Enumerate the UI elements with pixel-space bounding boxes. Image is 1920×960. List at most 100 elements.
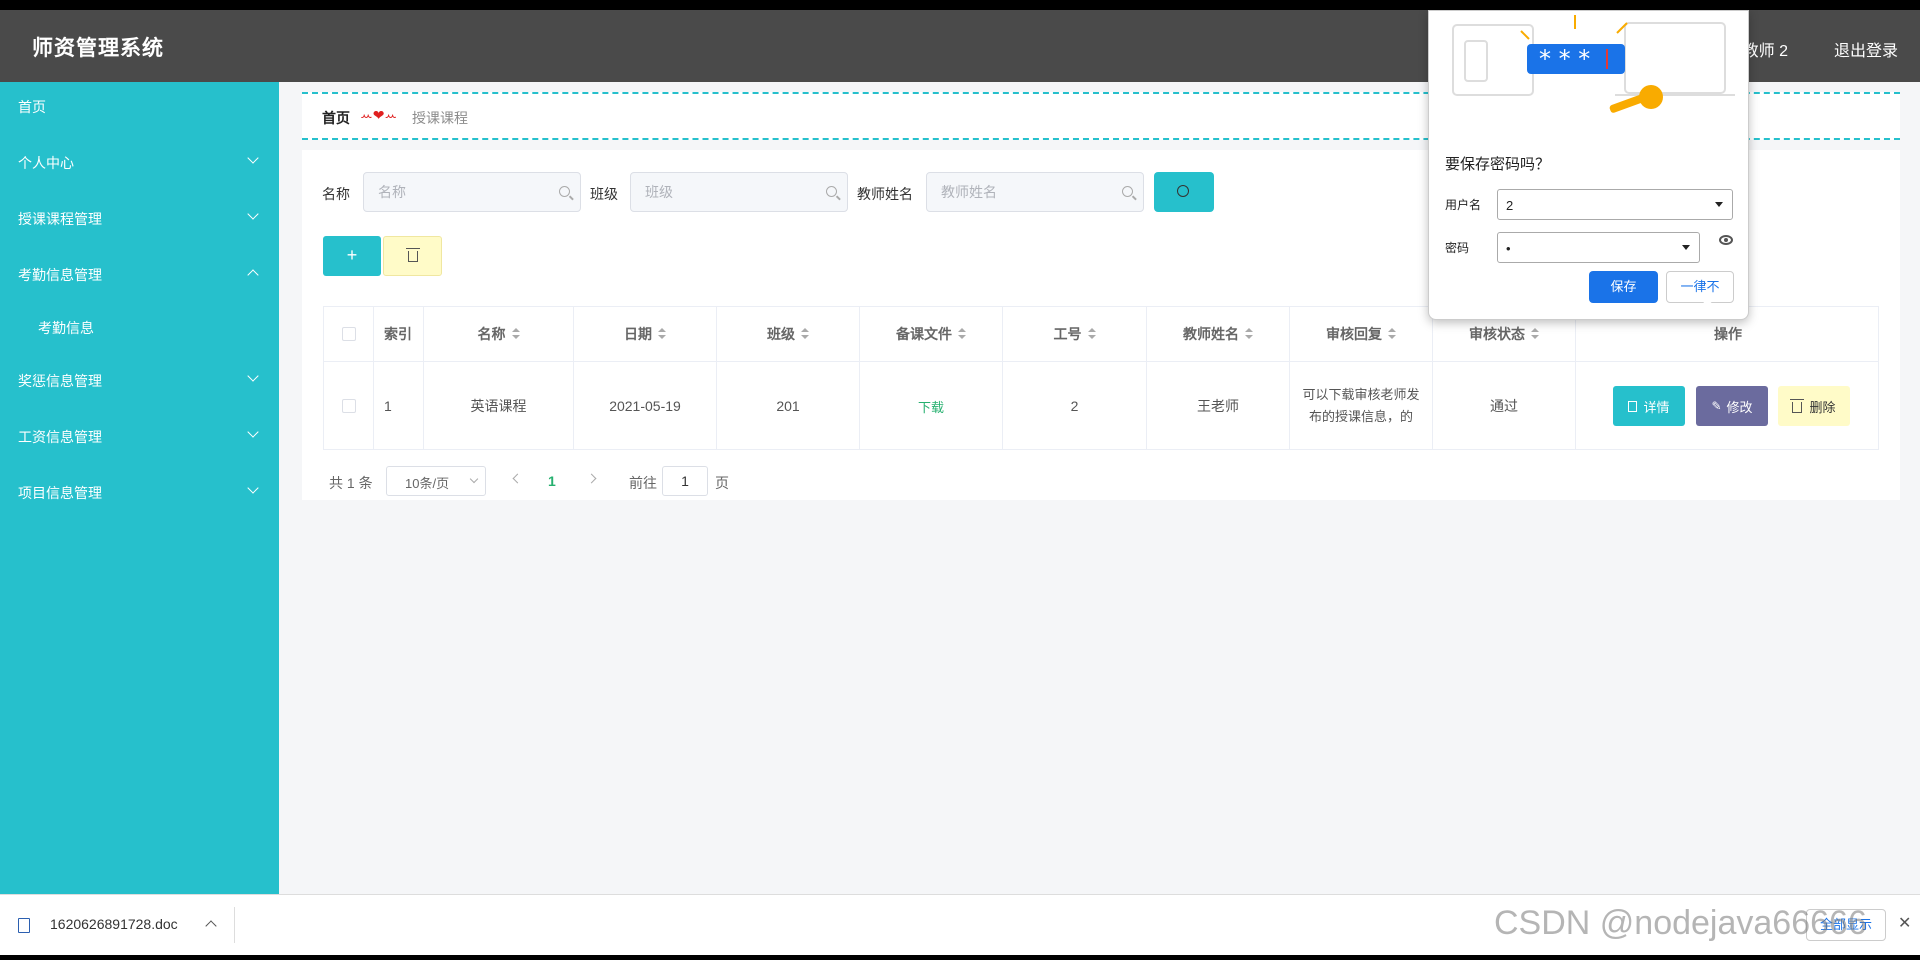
sort-icon bbox=[801, 328, 809, 340]
cell-job-no: 2 bbox=[1003, 362, 1147, 450]
prev-page-icon[interactable] bbox=[512, 473, 523, 484]
col-job-no[interactable]: 工号 bbox=[1003, 307, 1147, 361]
cell-date: 2021-05-19 bbox=[574, 362, 717, 450]
sort-icon bbox=[1087, 328, 1096, 340]
pencil-icon: ✎ bbox=[1711, 399, 1722, 413]
search-button[interactable] bbox=[1154, 172, 1214, 212]
col-reply[interactable]: 审核回复 bbox=[1290, 307, 1433, 361]
logout-button[interactable]: 退出登录 bbox=[1834, 37, 1898, 61]
username-label: 用户名 bbox=[1445, 198, 1482, 212]
goto-label: 前往 bbox=[629, 475, 657, 491]
app-screen: 师资管理系统 教师 2 退出登录 首页 个人中心 授课课程管理 考勤信息管理 考… bbox=[0, 10, 1920, 955]
password-label: 密码 bbox=[1445, 241, 1470, 255]
chevron-down-icon bbox=[247, 426, 259, 438]
cell-class: 201 bbox=[717, 362, 860, 450]
trash-icon bbox=[1790, 398, 1805, 413]
download-item[interactable]: 1620626891728.doc bbox=[18, 916, 178, 933]
page-number[interactable]: 1 bbox=[548, 473, 556, 489]
breadcrumb-current: 授课课程 bbox=[412, 110, 468, 126]
page-label: 页 bbox=[715, 475, 729, 491]
col-file[interactable]: 备课文件 bbox=[860, 307, 1003, 361]
sidebar-item-course-management[interactable]: 授课课程管理 bbox=[0, 198, 279, 238]
breadcrumb-home[interactable]: 首页 bbox=[322, 108, 350, 128]
sidebar-item-rewards-management[interactable]: 奖惩信息管理 bbox=[0, 360, 279, 400]
sidebar-item-label: 奖惩信息管理 bbox=[18, 373, 102, 389]
search-icon bbox=[1122, 186, 1133, 197]
teacher-filter-label: 教师姓名 bbox=[857, 186, 913, 202]
next-page-icon[interactable] bbox=[586, 473, 597, 484]
sidebar-item-label: 工资信息管理 bbox=[18, 429, 102, 445]
save-password-question: 要保存密码吗？ bbox=[1445, 156, 1551, 173]
cell-name: 英语课程 bbox=[424, 362, 574, 450]
password-illustration: * * * bbox=[1452, 15, 1735, 113]
sort-icon bbox=[1531, 328, 1539, 340]
document-icon bbox=[1628, 400, 1638, 412]
sort-icon bbox=[1245, 328, 1253, 340]
sidebar-item-home[interactable]: 首页 bbox=[0, 86, 279, 126]
username-select[interactable]: 2 bbox=[1497, 189, 1733, 220]
name-filter bbox=[363, 172, 581, 212]
sort-icon bbox=[958, 328, 966, 340]
cell-file: 下载 bbox=[860, 362, 1003, 450]
col-date[interactable]: 日期 bbox=[574, 307, 717, 361]
chevron-down-icon bbox=[247, 208, 259, 220]
search-icon bbox=[559, 186, 570, 197]
page-size-select[interactable]: 10条/页 bbox=[386, 466, 486, 496]
sidebar-item-personal-center[interactable]: 个人中心 bbox=[0, 142, 279, 182]
svg-text:* * *: * * * bbox=[1539, 45, 1590, 73]
class-search-input[interactable] bbox=[631, 173, 847, 211]
col-index[interactable]: 索引 bbox=[374, 307, 424, 361]
sort-icon bbox=[511, 328, 520, 340]
search-icon bbox=[1177, 185, 1189, 197]
chevron-down-icon bbox=[247, 482, 259, 494]
sidebar-item-label: 授课课程管理 bbox=[18, 211, 102, 227]
col-teacher[interactable]: 教师姓名 bbox=[1147, 307, 1290, 361]
sort-icon bbox=[658, 328, 666, 340]
cell-status: 通过 bbox=[1433, 362, 1576, 450]
watermark: CSDN @nodejava66666 bbox=[1494, 904, 1867, 942]
password-select[interactable]: • bbox=[1497, 232, 1700, 263]
breadcrumb-separator: ꕀ❤ꕀ bbox=[360, 107, 398, 123]
chevron-down-icon bbox=[469, 474, 479, 484]
search-icon bbox=[826, 186, 837, 197]
app-title: 师资管理系统 bbox=[32, 37, 164, 60]
cell-index: 1 bbox=[374, 362, 424, 450]
select-all-checkbox[interactable] bbox=[341, 327, 356, 341]
row-checkbox[interactable] bbox=[341, 399, 356, 413]
course-table: 索引 名称 日期 班级 备课文件 工号 教师姓名 审核回复 审核状态 操作 1 … bbox=[323, 306, 1879, 450]
select-all-cell bbox=[324, 307, 374, 361]
delete-button[interactable]: 删除 bbox=[1778, 386, 1850, 426]
close-icon[interactable]: ✕ bbox=[1898, 913, 1911, 933]
chevron-up-icon bbox=[247, 269, 259, 281]
download-link[interactable]: 下载 bbox=[918, 397, 944, 416]
eye-icon[interactable] bbox=[1719, 235, 1733, 245]
name-search-input[interactable] bbox=[364, 173, 580, 211]
cell-reply: 可以下载审核老师发布的授课信息，的 bbox=[1290, 362, 1433, 450]
sidebar-item-label: 个人中心 bbox=[18, 155, 74, 171]
sidebar-item-project-management[interactable]: 项目信息管理 bbox=[0, 472, 279, 512]
sidebar-item-attendance-info[interactable]: 考勤信息 bbox=[0, 307, 279, 347]
save-password-popup: * * * 要保存密码吗？ 用户名 2 密码 • 保存 一律不 bbox=[1428, 10, 1749, 320]
class-filter-label: 班级 bbox=[590, 186, 618, 202]
col-class[interactable]: 班级 bbox=[717, 307, 860, 361]
sidebar-item-label: 考勤信息管理 bbox=[18, 267, 102, 283]
pagination-total: 共 1 条 bbox=[329, 475, 373, 491]
class-filter bbox=[630, 172, 848, 212]
chevron-down-icon bbox=[247, 152, 259, 164]
col-name[interactable]: 名称 bbox=[424, 307, 574, 361]
sidebar-item-salary-management[interactable]: 工资信息管理 bbox=[0, 416, 279, 456]
add-button[interactable]: + bbox=[323, 236, 381, 276]
detail-button[interactable]: 详情 bbox=[1613, 386, 1685, 426]
chevron-up-icon[interactable] bbox=[205, 920, 217, 932]
sidebar-item-attendance-management[interactable]: 考勤信息管理 bbox=[0, 254, 279, 294]
save-password-button[interactable]: 保存 bbox=[1589, 271, 1658, 303]
sidebar: 首页 个人中心 授课课程管理 考勤信息管理 考勤信息 奖惩信息管理 工资信息管理… bbox=[0, 82, 279, 894]
cell-actions: 详情 ✎ 修改 删除 bbox=[1576, 362, 1880, 450]
edit-button[interactable]: ✎ 修改 bbox=[1696, 386, 1768, 426]
trash-icon bbox=[406, 248, 420, 262]
dropdown-arrow-icon bbox=[1715, 202, 1723, 207]
batch-delete-button[interactable] bbox=[383, 236, 442, 276]
goto-page-input[interactable]: 1 bbox=[662, 466, 708, 496]
row-select-cell bbox=[324, 362, 374, 450]
teacher-search-input[interactable] bbox=[927, 173, 1143, 211]
